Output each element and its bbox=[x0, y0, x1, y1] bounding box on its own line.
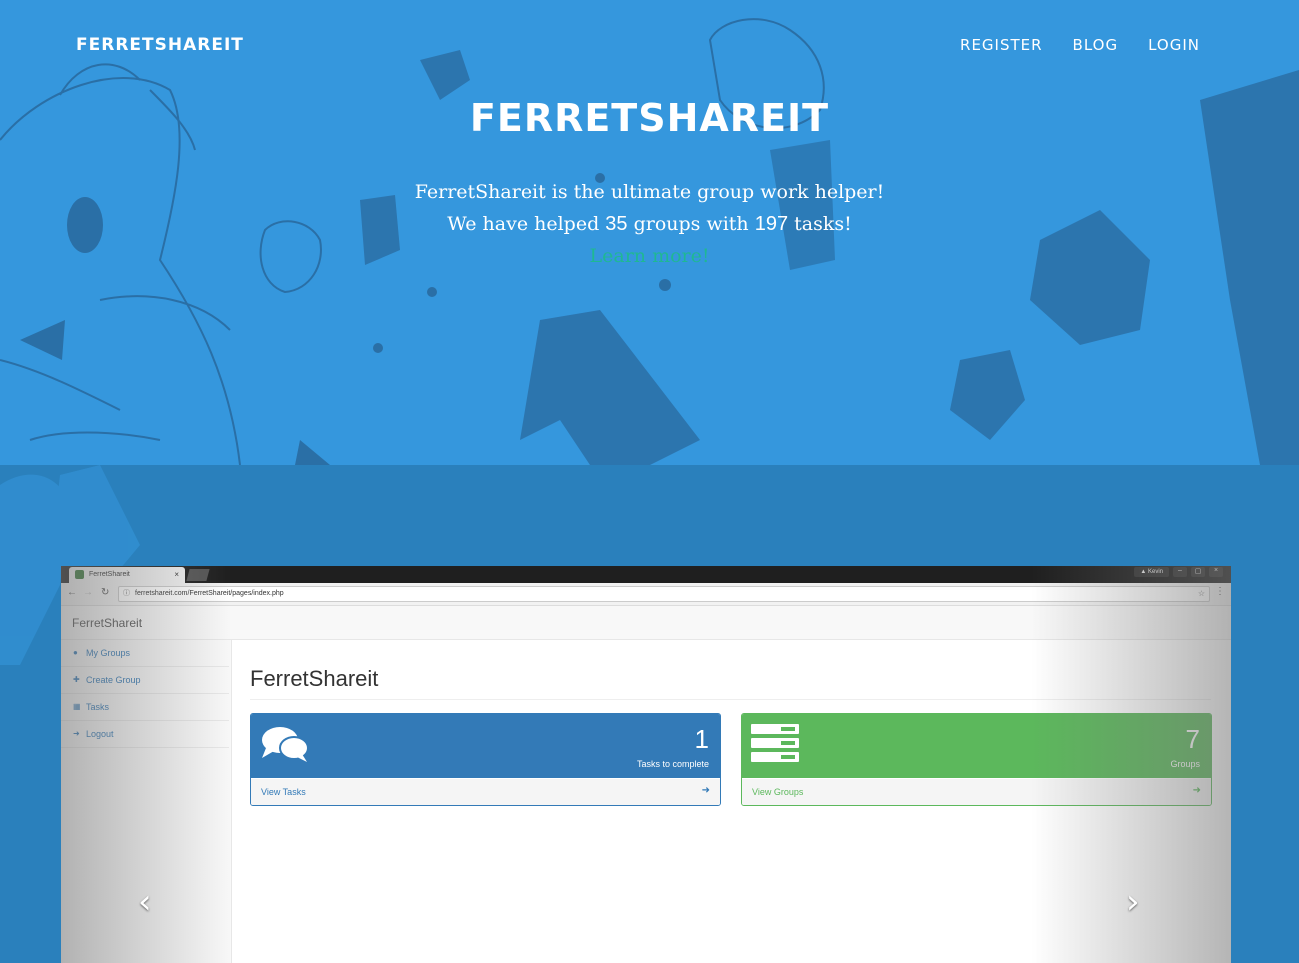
browser-tab[interactable]: FerretShareit × bbox=[69, 567, 185, 583]
browser-tab-strip: FerretShareit × ▲ Kevin – ▢ × bbox=[61, 566, 1231, 583]
view-groups-link[interactable]: View Groups ➜ bbox=[742, 779, 1211, 805]
table-icon: ▦ bbox=[73, 702, 81, 711]
server-icon bbox=[751, 724, 799, 762]
comments-icon bbox=[262, 727, 309, 762]
arrow-circle-right-icon: ➜ bbox=[1192, 785, 1201, 796]
tab-close-icon[interactable]: × bbox=[174, 570, 179, 579]
top-navbar: FERRETSHAREIT REGISTER BLOG LOGIN bbox=[0, 0, 1299, 90]
stats-text-before: We have helped bbox=[447, 213, 606, 235]
tasks-count: 197 bbox=[754, 213, 789, 235]
nav-blog-link[interactable]: BLOG bbox=[1073, 36, 1119, 54]
favicon-icon bbox=[75, 570, 84, 579]
users-icon: ● bbox=[73, 648, 78, 657]
hero-description: FerretShareit is the ultimate group work… bbox=[0, 176, 1299, 272]
groups-panel-heading: 7 Groups bbox=[742, 714, 1211, 778]
stats-text-after: tasks! bbox=[788, 213, 852, 235]
reload-icon[interactable]: ↻ bbox=[101, 587, 109, 598]
browser-tab-title: FerretShareit bbox=[89, 571, 130, 578]
hero-section: FERRETSHAREIT REGISTER BLOG LOGIN FERRET… bbox=[0, 0, 1299, 465]
groups-count-label: Groups bbox=[1170, 759, 1200, 769]
sidebar-item-create-group[interactable]: ✚ Create Group bbox=[61, 667, 229, 694]
tasks-count-value: 1 bbox=[694, 724, 709, 754]
sidebar-item-tasks[interactable]: ▦ Tasks bbox=[61, 694, 229, 721]
sidebar-item-label: My Groups bbox=[86, 648, 131, 658]
tasks-panel: 1 Tasks to complete View Tasks ➜ bbox=[250, 713, 721, 806]
app-brand[interactable]: FerretShareit bbox=[72, 616, 142, 630]
tasks-count-label: Tasks to complete bbox=[636, 759, 709, 769]
page-title: FerretShareit bbox=[250, 666, 379, 691]
groups-count: 35 bbox=[605, 213, 628, 235]
groups-count-value: 7 bbox=[1185, 724, 1200, 754]
arrow-circle-right-icon: ➜ bbox=[701, 785, 710, 796]
learn-more-link[interactable]: Learn more! bbox=[590, 245, 710, 267]
browser-menu-icon[interactable]: ⋮ bbox=[1215, 586, 1225, 597]
sidebar-item-label: Create Group bbox=[86, 675, 141, 685]
forward-arrow-icon[interactable]: → bbox=[83, 587, 93, 598]
address-bar[interactable]: ⓘ ferretshareit.com/FerretShareit/pages/… bbox=[118, 586, 1210, 602]
sidebar-item-label: Logout bbox=[86, 729, 114, 739]
hero-title: FERRETSHAREIT bbox=[469, 96, 830, 140]
app-screenshot: FerretShareit × ▲ Kevin – ▢ × ← → ↻ ⓘ fe… bbox=[61, 566, 1231, 963]
carousel-next-icon[interactable]: › bbox=[1126, 882, 1140, 922]
sign-out-icon: ➜ bbox=[73, 729, 80, 738]
bookmark-star-icon[interactable]: ☆ bbox=[1198, 587, 1205, 601]
view-groups-label: View Groups bbox=[752, 787, 804, 797]
nav-links: REGISTER BLOG LOGIN bbox=[960, 36, 1200, 54]
view-tasks-label: View Tasks bbox=[261, 787, 306, 797]
groups-panel: 7 Groups View Groups ➜ bbox=[741, 713, 1212, 806]
browser-toolbar: ← → ↻ ⓘ ferretshareit.com/FerretShareit/… bbox=[61, 583, 1231, 606]
window-controls: ▲ Kevin – ▢ × bbox=[1134, 567, 1223, 577]
stats-text-mid: groups with bbox=[627, 213, 755, 235]
brand-logo-link[interactable]: FERRETSHAREIT bbox=[76, 35, 244, 55]
address-url: ferretshareit.com/FerretShareit/pages/in… bbox=[135, 590, 284, 597]
back-arrow-icon[interactable]: ← bbox=[67, 587, 77, 598]
info-icon: ⓘ bbox=[123, 590, 130, 597]
profile-user-name: Kevin bbox=[1147, 569, 1163, 575]
new-tab-button[interactable] bbox=[186, 569, 210, 581]
heading-divider bbox=[250, 699, 1211, 700]
carousel-prev-icon[interactable]: ‹ bbox=[138, 882, 152, 922]
view-tasks-link[interactable]: View Tasks ➜ bbox=[251, 779, 720, 805]
minimize-icon[interactable]: – bbox=[1173, 567, 1187, 577]
sidebar-item-my-groups[interactable]: ● My Groups bbox=[61, 640, 229, 667]
window-close-icon[interactable]: × bbox=[1209, 567, 1223, 577]
nav-login-link[interactable]: LOGIN bbox=[1148, 36, 1200, 54]
app-navbar: FerretShareit bbox=[61, 606, 1231, 640]
tasks-panel-heading: 1 Tasks to complete bbox=[251, 714, 720, 778]
hero-tagline: FerretShareit is the ultimate group work… bbox=[414, 181, 885, 203]
hero-stats: We have helped 35 groups with 197 tasks! bbox=[0, 208, 1299, 240]
nav-register-link[interactable]: REGISTER bbox=[960, 36, 1043, 54]
restore-icon[interactable]: ▢ bbox=[1191, 567, 1205, 577]
plus-icon: ✚ bbox=[73, 675, 80, 684]
sidebar-item-logout[interactable]: ➜ Logout bbox=[61, 721, 229, 748]
sidebar-item-label: Tasks bbox=[86, 702, 110, 712]
profile-user[interactable]: ▲ Kevin bbox=[1134, 567, 1169, 577]
